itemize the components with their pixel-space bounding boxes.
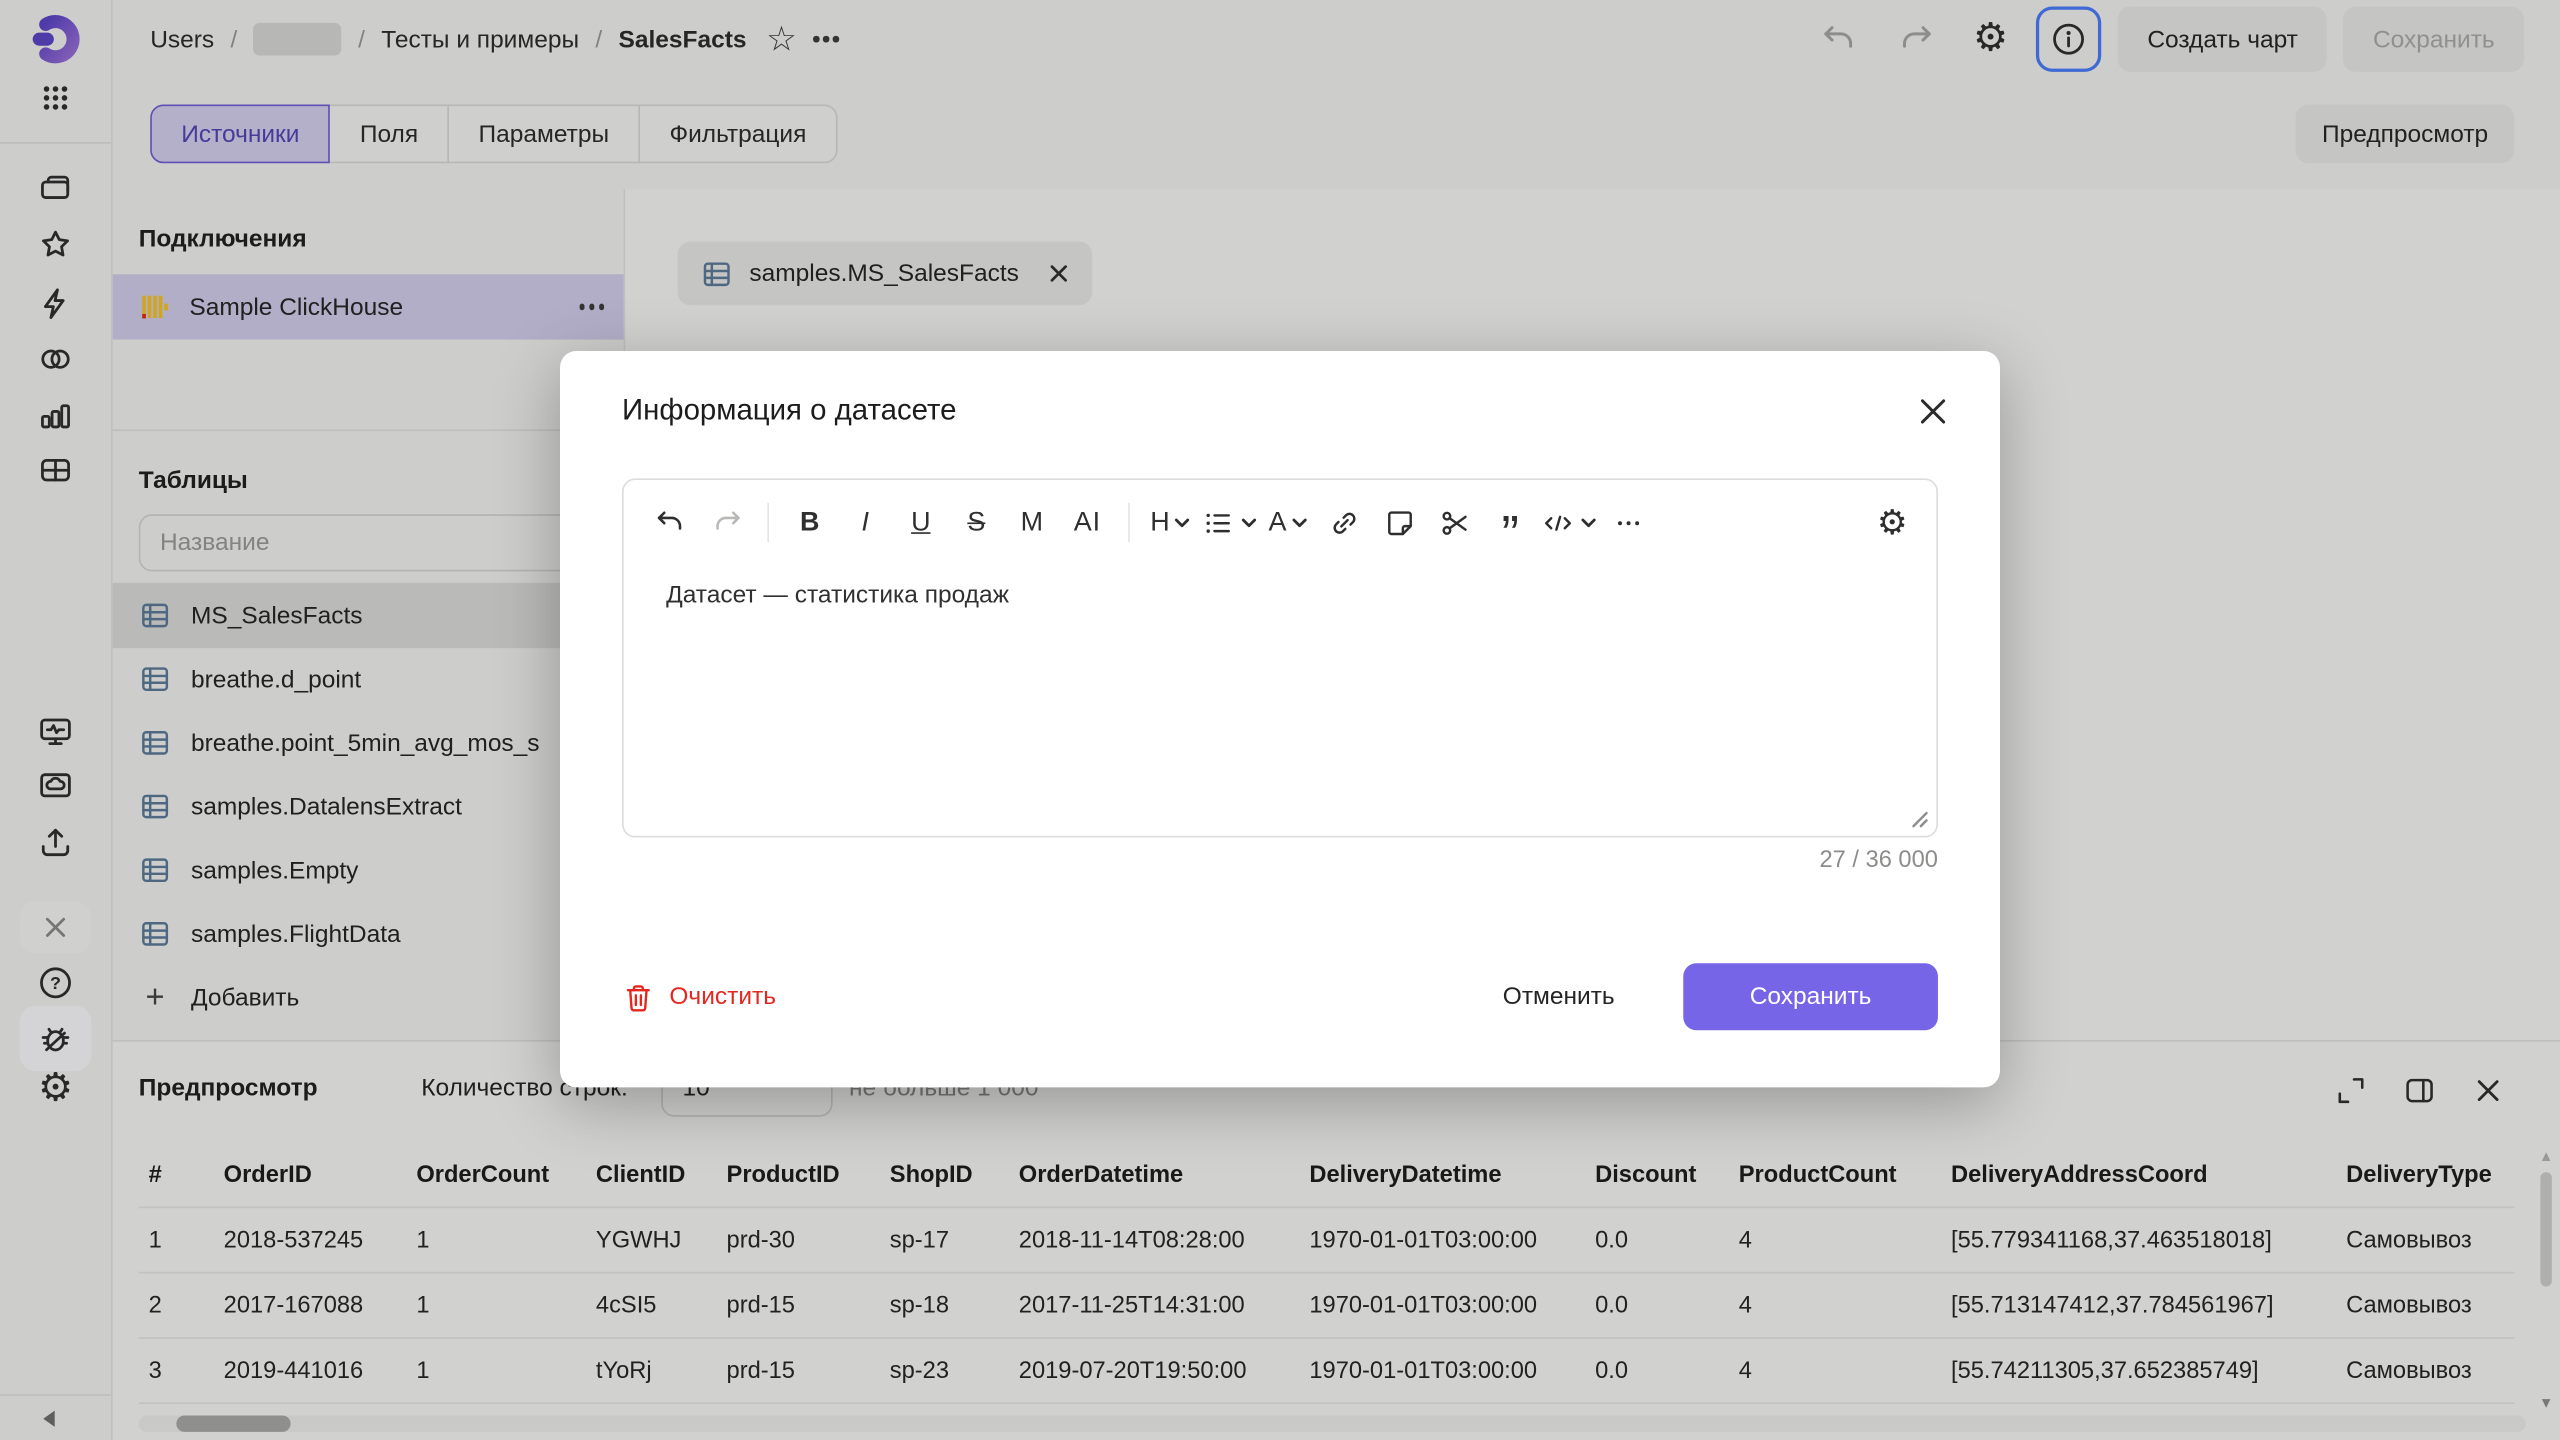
note-button[interactable] bbox=[1375, 498, 1424, 547]
more-dots-icon bbox=[1611, 505, 1645, 539]
link-icon bbox=[1327, 505, 1361, 539]
description-text[interactable]: Датасет — статистика продаж bbox=[666, 581, 1894, 609]
toolbar-divider bbox=[1128, 503, 1130, 542]
clear-label: Очистить bbox=[669, 983, 776, 1011]
modal-footer: Очистить Отменить Сохранить bbox=[622, 963, 1938, 1030]
chevron-down-icon bbox=[1241, 517, 1257, 528]
scissors-icon bbox=[1438, 505, 1472, 539]
note-icon bbox=[1382, 505, 1416, 539]
text-style-button[interactable]: AI bbox=[1063, 498, 1112, 547]
dataset-info-modal: Информация о датасете B I U S M AI bbox=[560, 351, 2000, 1087]
code-menu-button[interactable] bbox=[1541, 498, 1597, 547]
cancel-button[interactable]: Отменить bbox=[1480, 967, 1638, 1027]
code-icon bbox=[1541, 505, 1575, 539]
clear-button[interactable]: Очистить bbox=[622, 980, 776, 1013]
heading-menu-button[interactable]: H bbox=[1146, 498, 1195, 547]
modal-save-button[interactable]: Сохранить bbox=[1683, 963, 1938, 1030]
editor-redo-button[interactable] bbox=[702, 498, 751, 547]
font-color-menu-button[interactable]: A bbox=[1264, 498, 1313, 547]
app: ? ⚙ Users / / Тесты и примеры / SalesFac… bbox=[0, 0, 2560, 1440]
list-icon bbox=[1202, 505, 1236, 539]
quote-button[interactable]: ” bbox=[1486, 498, 1535, 547]
modal-title: Информация о датасете bbox=[622, 393, 956, 427]
underline-button[interactable]: U bbox=[896, 498, 945, 547]
chevron-down-icon bbox=[1580, 517, 1596, 528]
list-menu-button[interactable] bbox=[1202, 498, 1258, 547]
mark-button[interactable]: M bbox=[1007, 498, 1056, 547]
more-tools-button[interactable] bbox=[1603, 498, 1652, 547]
editor-toolbar: B I U S M AI H A bbox=[647, 496, 1917, 548]
chevron-down-icon bbox=[1175, 517, 1191, 528]
strikethrough-button[interactable]: S bbox=[952, 498, 1001, 547]
trash-icon bbox=[622, 980, 655, 1013]
char-counter: 27 / 36 000 bbox=[1819, 847, 1937, 873]
italic-button[interactable]: I bbox=[841, 498, 890, 547]
editor-settings-button[interactable]: ⚙ bbox=[1868, 498, 1917, 547]
description-editor[interactable]: B I U S M AI H A bbox=[622, 478, 1938, 837]
editor-undo-button[interactable] bbox=[647, 498, 696, 547]
link-button[interactable] bbox=[1319, 498, 1368, 547]
toolbar-divider bbox=[767, 503, 769, 542]
cut-button[interactable] bbox=[1430, 498, 1479, 547]
bold-button[interactable]: B bbox=[785, 498, 834, 547]
modal-close-icon[interactable] bbox=[1909, 387, 1958, 436]
chevron-down-icon bbox=[1291, 517, 1307, 528]
resize-handle[interactable] bbox=[1909, 808, 1929, 828]
